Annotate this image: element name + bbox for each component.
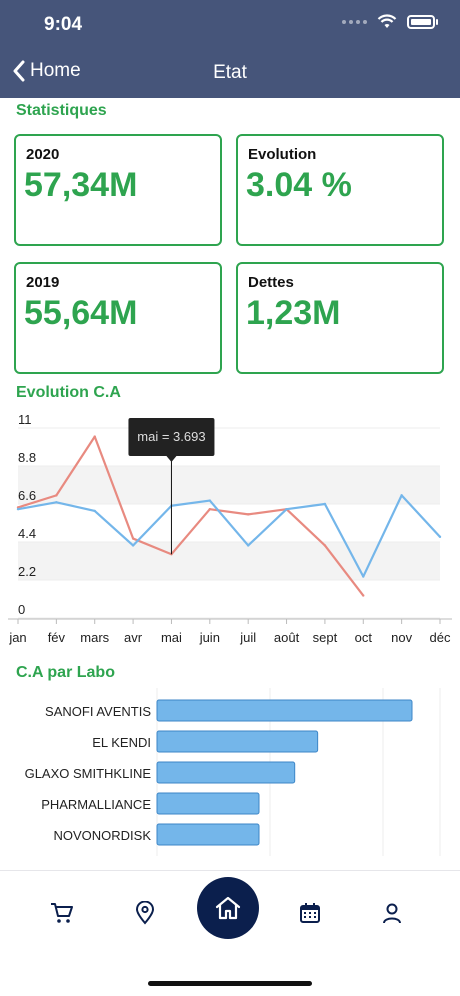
content-scroll[interactable]: Statistiques 2020 57,34M Evolution 3.04 … — [0, 98, 460, 870]
stat-card-evolution: Evolution 3.04 % — [236, 134, 444, 246]
data-point — [246, 513, 250, 516]
data-point — [362, 594, 365, 597]
section-title-evolution: Evolution C.A — [16, 384, 121, 401]
calendar-icon — [300, 903, 320, 923]
data-point — [285, 507, 288, 511]
x-tick-label: juin — [199, 630, 220, 645]
stat-label: Dettes — [248, 274, 294, 291]
labo-bar-chart[interactable]: SANOFI AVENTIS EL KENDI GLAXO SMITHKLINE PH… — [8, 688, 452, 856]
tab-profile[interactable] — [372, 893, 412, 933]
x-tick-label: oct — [355, 630, 373, 645]
stat-value: 3.04 % — [246, 166, 352, 204]
stat-label: 2019 — [26, 274, 60, 291]
data-point — [131, 544, 135, 547]
tab-home[interactable] — [197, 877, 259, 939]
data-point — [208, 507, 212, 511]
x-tick-label: déc — [430, 630, 451, 645]
bar-chart-svg: SANOFI AVENTIS EL KENDI GLAXO SMITHKLINE PH… — [25, 688, 441, 856]
y-tick-label: 6.6 — [18, 488, 36, 503]
bar-label: GLAXO SMITHKLINE — [25, 766, 152, 781]
home-indicator — [148, 981, 312, 986]
stat-card-2019: 2019 55,64M — [14, 262, 222, 374]
bar-label: EL KENDI — [92, 735, 151, 750]
stat-label: Evolution — [248, 146, 317, 163]
bar — [156, 761, 296, 784]
data-point — [362, 575, 365, 578]
tab-location[interactable] — [125, 893, 165, 933]
x-tick-label: avr — [124, 630, 143, 645]
bar — [156, 730, 319, 753]
stat-card-2020: 2020 57,34M — [14, 134, 222, 246]
bar-label: NOVONORDISK — [53, 828, 151, 843]
x-tick-label: mai — [161, 630, 182, 645]
stat-value: 55,64M — [24, 294, 138, 332]
battery-icon — [407, 14, 438, 29]
data-point — [323, 544, 327, 547]
user-icon — [383, 903, 401, 924]
y-tick-label: 0 — [18, 602, 25, 617]
x-tick-label: nov — [391, 630, 412, 645]
app-header: 9:04 Home Etat — [0, 0, 460, 98]
bar — [156, 823, 260, 846]
data-point — [55, 501, 58, 504]
status-icons — [342, 14, 438, 29]
stat-value: 57,34M — [24, 166, 138, 204]
x-tick-label: fév — [48, 630, 66, 645]
wifi-icon — [377, 14, 397, 28]
data-point — [208, 499, 212, 502]
data-point — [55, 494, 58, 497]
status-time: 9:04 — [44, 14, 83, 35]
tooltip-text: mai = 3.693 — [137, 429, 205, 444]
tab-bar — [0, 870, 460, 996]
cart-icon — [51, 903, 73, 923]
grid-band — [18, 466, 440, 504]
data-point — [131, 537, 135, 540]
stat-card-dettes: Dettes 1,23M — [236, 262, 444, 374]
page-title: Etat — [213, 62, 247, 83]
evolution-line-chart[interactable]: 0 2.2 4.4 6.6 8.8 11 jan fév mars avr mai juin juil a… — [8, 408, 452, 658]
y-tick-label: 2.2 — [18, 564, 36, 579]
section-title-stats: Statistiques — [16, 102, 107, 119]
cellular-signal-icon — [342, 19, 367, 24]
data-point — [438, 535, 442, 539]
y-tick-label: 4.4 — [18, 526, 36, 541]
tab-cart[interactable] — [42, 893, 82, 933]
home-icon — [215, 896, 241, 920]
tooltip-arrow — [166, 456, 177, 462]
data-point — [93, 435, 96, 438]
data-point — [246, 544, 250, 547]
x-tick-label: mars — [80, 630, 109, 645]
data-point — [93, 509, 96, 513]
stat-value: 1,23M — [246, 294, 341, 332]
x-tick-label: août — [274, 630, 300, 645]
section-title-labo: C.A par Labo — [16, 664, 115, 681]
tab-calendar[interactable] — [290, 893, 330, 933]
bar — [156, 792, 260, 815]
data-point — [323, 502, 327, 506]
x-tick-label: juil — [239, 630, 256, 645]
bar-label: PHARMALLIANCE — [41, 797, 151, 812]
data-point — [16, 507, 20, 511]
x-tick-label: jan — [8, 630, 26, 645]
data-point — [400, 494, 403, 497]
y-tick-label: 11 — [18, 412, 32, 427]
line-chart-svg: 0 2.2 4.4 6.6 8.8 11 jan fév mars avr mai juin juil a… — [8, 412, 452, 645]
bar-label: SANOFI AVENTIS — [45, 704, 151, 719]
bar — [156, 699, 413, 722]
y-tick-label: 8.8 — [18, 450, 36, 465]
location-pin-icon — [135, 901, 155, 925]
stat-label: 2020 — [26, 146, 60, 163]
x-tick-label: sept — [313, 630, 338, 645]
